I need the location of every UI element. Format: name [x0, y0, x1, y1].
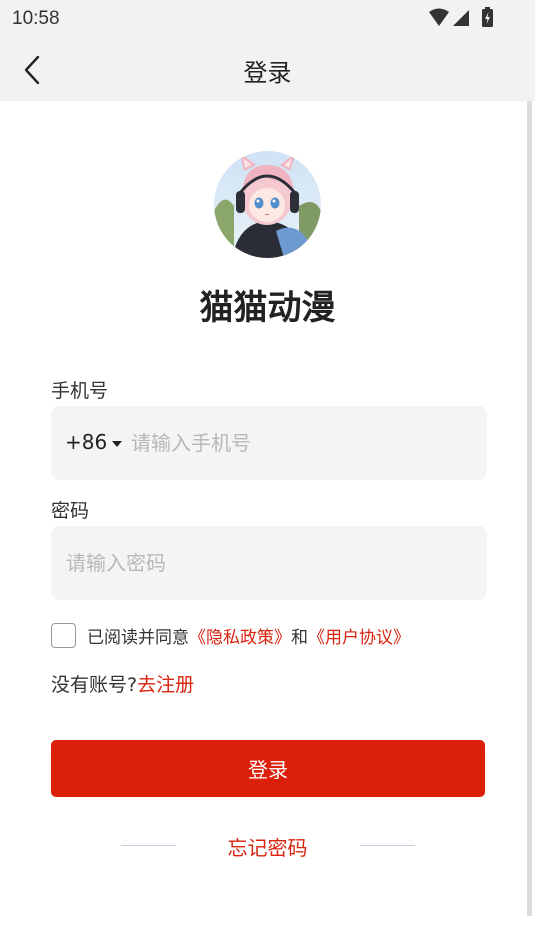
nav-bar: 登录 — [0, 38, 535, 101]
agreement-checkbox[interactable] — [51, 622, 76, 648]
login-button-label: 登录 — [248, 758, 288, 782]
password-field — [51, 526, 487, 600]
wifi-icon — [429, 8, 449, 26]
agreement-text: 已阅读并同意《隐私政策》和《用户协议》 — [87, 623, 410, 648]
forgot-password-link[interactable]: 忘记密码 — [0, 832, 535, 861]
password-label: 密码 — [51, 500, 90, 522]
page-title: 登录 — [243, 59, 292, 87]
divider-right — [360, 845, 415, 846]
phone-field: +86 — [51, 406, 487, 480]
register-prompt: 没有账号? — [51, 674, 138, 696]
register-row: 没有账号?去注册 — [51, 670, 194, 697]
status-time: 10:58 — [12, 8, 60, 29]
country-code-value: +86 — [65, 430, 108, 454]
login-button[interactable]: 登录 — [51, 740, 485, 797]
user-agreement-link[interactable]: 《用户协议》 — [308, 628, 410, 648]
phone-input[interactable] — [131, 406, 471, 480]
privacy-policy-link[interactable]: 《隐私政策》 — [189, 628, 291, 648]
app-avatar — [214, 151, 321, 258]
status-icons — [427, 7, 497, 29]
agreement-prefix: 已阅读并同意 — [87, 627, 189, 648]
forgot-password-row: 忘记密码 — [0, 832, 535, 860]
caret-down-icon — [112, 441, 123, 447]
agreement-and: 和 — [291, 627, 308, 648]
anime-girl-avatar — [214, 151, 321, 258]
phone-label: 手机号 — [51, 380, 109, 402]
cell-signal-icon — [453, 10, 469, 26]
agreement-row: 已阅读并同意《隐私政策》和《用户协议》 — [51, 622, 410, 648]
status-bar: 10:58 — [0, 0, 535, 38]
battery-charging-icon — [482, 7, 493, 27]
password-input[interactable] — [66, 526, 471, 600]
scrollbar[interactable] — [527, 101, 532, 916]
country-code-selector[interactable]: +86 — [65, 430, 123, 454]
app-name: 猫猫动漫 — [199, 288, 336, 328]
register-link[interactable]: 去注册 — [137, 674, 194, 696]
